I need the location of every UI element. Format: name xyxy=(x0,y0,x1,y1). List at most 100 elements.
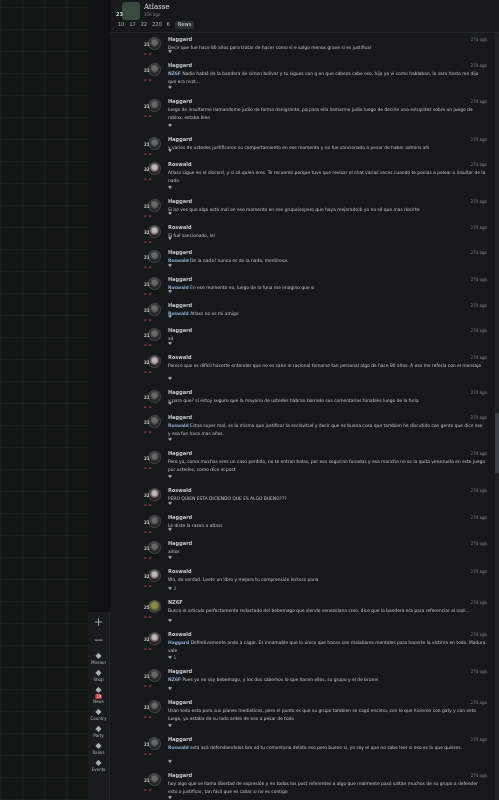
like-button[interactable]: ♥ xyxy=(168,342,172,347)
comment-author[interactable]: Haggard xyxy=(168,250,192,256)
comment-author[interactable]: Roswald xyxy=(168,162,192,168)
commenter-avatar-box[interactable]: 32 ▬ ▬ xyxy=(144,225,162,245)
mention-link[interactable]: NZ6F xyxy=(168,678,181,683)
commenter-avatar-box[interactable]: 21 ▬ ▬ xyxy=(144,250,162,270)
commenter-avatar-box[interactable]: 21 ▬ ▬ xyxy=(144,303,162,323)
comment-author[interactable]: Roswald xyxy=(168,632,192,638)
commenter-avatar-box[interactable]: 32 ▬ ▬ xyxy=(144,162,162,182)
commenter-avatar-box[interactable]: 21 ▬ ▬ xyxy=(144,515,162,535)
nav-item-mission[interactable]: ◆ Mission xyxy=(91,651,107,665)
comment-author[interactable]: Roswald xyxy=(168,569,192,575)
commenter-avatar-box[interactable]: 32 ▬ ▬ xyxy=(144,632,162,652)
commenter-avatar-box[interactable]: 21 ▬ ▬ xyxy=(144,99,162,119)
like-button[interactable]: ♥ xyxy=(168,760,172,765)
like-button[interactable]: ♥ xyxy=(168,502,172,507)
comment-author[interactable]: Haggard xyxy=(168,199,192,205)
commenter-avatar-box[interactable]: 21 ▬ ▬ xyxy=(144,669,162,689)
like-button[interactable]: ♥ 1 xyxy=(168,656,176,661)
nav-item-ranks[interactable]: ◆ Ranks xyxy=(91,741,107,755)
commenter-avatar-box[interactable]: 21 ▬ ▬ xyxy=(144,277,162,297)
comment-author[interactable]: NZ6F xyxy=(168,600,183,606)
like-button[interactable]: ♥ xyxy=(168,237,172,242)
like-button[interactable]: ♥ xyxy=(168,619,172,624)
mention-link[interactable]: Haggard xyxy=(168,641,189,646)
commenter-avatar-box[interactable]: 21 ▬ ▬ xyxy=(144,37,162,57)
nav-item-events[interactable]: ◆ Events xyxy=(91,758,107,772)
commenter-level: 21 xyxy=(144,420,150,425)
comment-author[interactable]: Haggard xyxy=(168,99,192,105)
commenter-avatar-box[interactable]: 25 ▬ ▬ xyxy=(144,600,162,620)
comment-author[interactable]: Haggard xyxy=(168,669,192,675)
zoom-in-button[interactable]: + xyxy=(93,614,103,630)
commenter-avatar-box[interactable]: 21 ▬ ▬ xyxy=(144,137,162,157)
like-button[interactable]: ♥ xyxy=(168,528,172,533)
author-avatar[interactable] xyxy=(122,2,140,20)
like-button[interactable]: ♥ xyxy=(168,687,172,692)
comment-author[interactable]: Haggard xyxy=(168,303,192,309)
scrollbar-thumb[interactable] xyxy=(495,413,499,473)
mention-link[interactable]: Roswald xyxy=(168,746,189,751)
like-button[interactable]: ♥ xyxy=(168,796,172,800)
commenter-avatar-box[interactable]: 21 ▬ ▬ xyxy=(144,737,162,757)
like-button[interactable]: ♥ xyxy=(168,724,172,729)
commenter-avatar-box[interactable]: 21 ▬ ▬ xyxy=(144,199,162,219)
news-button[interactable]: News xyxy=(174,21,195,29)
like-button[interactable]: ♥ xyxy=(168,149,172,154)
comment: 21 ▬ ▬ Haggard 274 ago NZ6F Nadie habló de l… xyxy=(110,59,499,95)
comment-author[interactable]: Haggard xyxy=(168,390,192,396)
like-button[interactable]: ♥ xyxy=(168,315,172,320)
like-button[interactable]: ♥ xyxy=(168,290,172,295)
like-button[interactable]: ♥ xyxy=(168,186,172,191)
comment-author[interactable]: Roswald xyxy=(168,225,192,231)
commenter-avatar-box[interactable]: 32 ▬ ▬ xyxy=(144,355,162,375)
like-button[interactable]: ♥ xyxy=(168,402,172,407)
commenter-avatar-box[interactable]: 21 ▬ ▬ xyxy=(144,773,162,793)
nav-item-news[interactable]: ◆ 19 News xyxy=(91,685,107,704)
nav-item-party[interactable]: ◆ Party xyxy=(91,724,107,738)
commenter-avatar-box[interactable]: 21 ▬ ▬ xyxy=(144,451,162,471)
like-button[interactable]: ♥ xyxy=(168,475,172,480)
comment-author[interactable]: Haggard xyxy=(168,541,192,547)
comment-author[interactable]: Haggard xyxy=(168,63,192,69)
comment-author[interactable]: Haggard xyxy=(168,737,192,743)
like-button[interactable]: ♥ xyxy=(168,556,172,561)
like-button[interactable]: ♥ xyxy=(168,377,172,382)
commenter-avatar-box[interactable]: 21 ▬ ▬ xyxy=(144,700,162,720)
comment-author[interactable]: Haggard xyxy=(168,700,192,706)
comment-author[interactable]: Roswald xyxy=(168,355,192,361)
comment-author[interactable]: Haggard xyxy=(168,451,192,457)
like-button[interactable]: ♥ xyxy=(168,264,172,269)
scrollbar[interactable] xyxy=(495,33,499,800)
commenter-avatar-box[interactable]: 32 ▬ ▬ xyxy=(144,569,162,589)
like-button[interactable]: ♥ xyxy=(168,438,172,443)
comment-author[interactable]: Haggard xyxy=(168,515,192,521)
mention-link[interactable]: NZ6F xyxy=(168,72,181,77)
like-button[interactable]: ♥ xyxy=(168,212,172,217)
commenter-avatar-box[interactable]: 21 ▬ ▬ xyxy=(144,63,162,83)
commenter-avatar-box[interactable]: 21 ▬ ▬ xyxy=(144,415,162,435)
commenter-avatar-box[interactable]: 21 ▬ ▬ xyxy=(144,541,162,561)
comment-author[interactable]: Roswald xyxy=(168,488,192,494)
comment-author[interactable]: Haggard xyxy=(168,773,192,779)
like-button[interactable]: ♥ 2 xyxy=(168,587,176,592)
commenter-avatar-box[interactable]: 21 ▬ ▬ xyxy=(144,390,162,410)
mention-link[interactable]: Roswald xyxy=(168,424,189,429)
commenter-avatar-box[interactable]: 21 ▬ ▬ xyxy=(144,328,162,348)
zoom-out-button[interactable]: − xyxy=(93,632,103,648)
like-button[interactable]: ♥ xyxy=(168,50,172,55)
comment-author[interactable]: Haggard xyxy=(168,277,192,283)
heart-icon: ♥ xyxy=(168,86,173,91)
nav-item-shop[interactable]: ◆ Shop xyxy=(91,668,107,682)
commenter-avatar-box[interactable]: 32 ▬ ▬ xyxy=(144,488,162,508)
comment: 32 ▬ ▬ Roswald 274 ago Haggard Definitivamen… xyxy=(110,628,499,665)
comment: 21 ▬ ▬ Haggard 274 ago y varios de ustedes j… xyxy=(110,133,499,158)
nav-item-country[interactable]: ◆ Country xyxy=(91,707,107,721)
comment-author[interactable]: Haggard xyxy=(168,415,192,421)
like-button[interactable]: ♥ xyxy=(168,124,172,129)
comment-author[interactable]: Haggard xyxy=(168,328,192,334)
like-button[interactable]: ♥ xyxy=(168,86,172,91)
author-name[interactable]: Atlasse xyxy=(144,3,169,11)
comment-author[interactable]: Haggard xyxy=(168,37,192,43)
background-map[interactable] xyxy=(0,0,88,800)
comment-author[interactable]: Haggard xyxy=(168,137,192,143)
